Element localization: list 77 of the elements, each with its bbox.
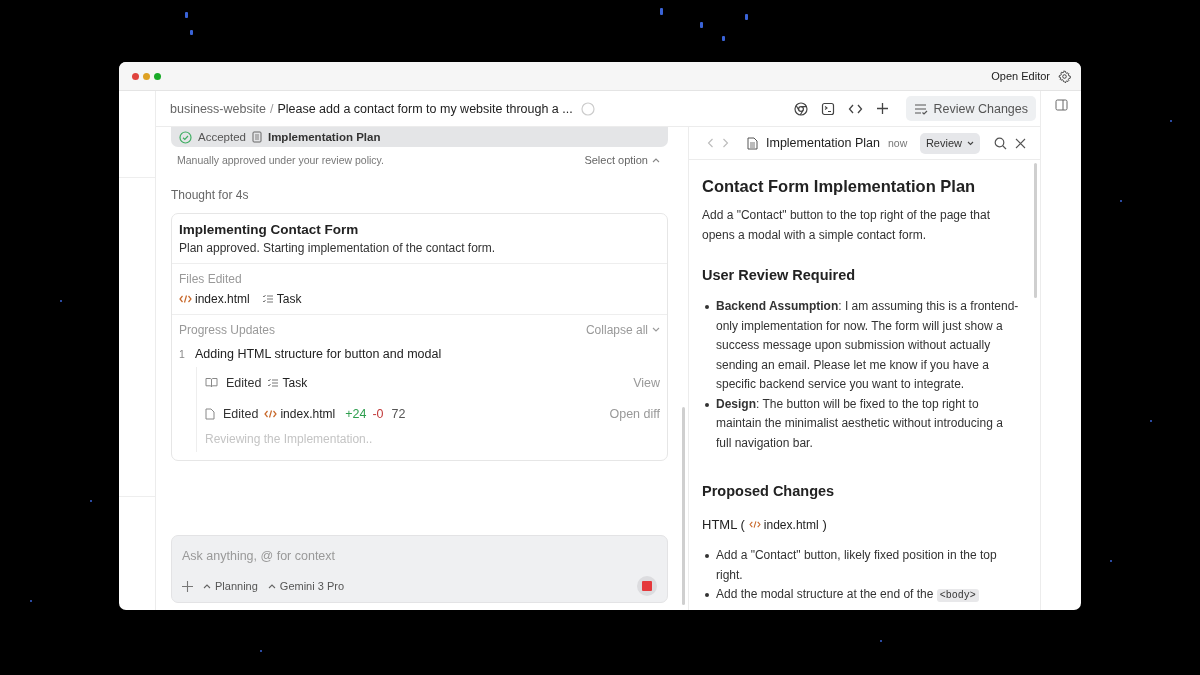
list-item-text: Design: The button will be fixed to the top right to maintain the minimalist aesthetic without introducing a full navigation bar. bbox=[716, 396, 1003, 450]
mode-dropdown[interactable]: Planning bbox=[203, 580, 258, 592]
code-file-icon bbox=[748, 520, 761, 529]
line-count: 72 bbox=[391, 406, 406, 421]
bullet-dot bbox=[705, 305, 709, 309]
inline-code: <body> bbox=[936, 589, 979, 602]
lines-added: +24 bbox=[345, 406, 367, 421]
document-heading: Contact Form Implementation Plan bbox=[702, 177, 977, 196]
step-title: Adding HTML structure for button and modal bbox=[195, 347, 442, 361]
caret-up-icon bbox=[203, 583, 211, 589]
stop-button[interactable] bbox=[637, 576, 657, 596]
section-label: Files Edited bbox=[179, 272, 243, 286]
file-chip[interactable]: index.html bbox=[179, 292, 250, 306]
file-chip[interactable]: Task bbox=[267, 375, 308, 390]
accepted-label: Accepted bbox=[198, 131, 246, 143]
close-button[interactable] bbox=[132, 72, 139, 80]
task-summary: Plan approved. Starting implementation of the contact form. bbox=[179, 241, 497, 255]
search-icon[interactable] bbox=[994, 136, 1007, 150]
lines-removed: -0 bbox=[372, 406, 384, 421]
section-heading: Proposed Changes bbox=[702, 483, 836, 499]
open-editor-button[interactable]: Open Editor bbox=[991, 70, 1050, 82]
terminal-icon[interactable] bbox=[820, 101, 835, 116]
file-chip[interactable]: Task bbox=[261, 292, 302, 306]
spinner-icon bbox=[580, 101, 595, 116]
paragraph: Add a "Contact" button to the top right of the page that opens a modal with a simple contact form. bbox=[702, 207, 992, 244]
file-chip[interactable]: index.html bbox=[748, 517, 819, 532]
section-label: Progress Updates bbox=[179, 323, 276, 337]
event-verb: Edited bbox=[226, 375, 262, 390]
model-dropdown[interactable]: Gemini 3 Pro bbox=[267, 580, 345, 592]
step-number: 1 bbox=[179, 348, 186, 360]
book-icon bbox=[205, 377, 218, 388]
code-file-icon bbox=[179, 294, 192, 304]
project-name[interactable]: business-website bbox=[170, 101, 266, 116]
document-icon bbox=[251, 131, 262, 143]
event-verb: Edited bbox=[223, 406, 259, 421]
browser-icon[interactable] bbox=[793, 101, 808, 116]
policy-note: Manually approved under your review policy. bbox=[177, 154, 384, 166]
task-title: Implementing Contact Form bbox=[179, 222, 360, 237]
list-item-text: Backend Assumption: I am assuming this is a frontend-only implementation for now. The form will just show a success message upon submission without actually sending an email. Please let me know if you have a specific backend service you want to integrate. bbox=[716, 299, 1019, 391]
bullet-dot bbox=[705, 402, 709, 407]
bullet-dot bbox=[705, 554, 709, 558]
breadcrumb-separator: / bbox=[269, 101, 274, 116]
bullet-dot bbox=[705, 593, 709, 597]
subsection-heading: HTML ( bbox=[702, 517, 745, 532]
document-timestamp: now bbox=[887, 137, 908, 149]
minimize-button[interactable] bbox=[143, 72, 150, 80]
subsection-heading: ) bbox=[822, 517, 827, 532]
artifact-link[interactable]: Implementation Plan bbox=[267, 131, 381, 143]
document-title: Implementation Plan bbox=[766, 136, 880, 150]
code-file-icon bbox=[264, 408, 278, 419]
chat-input[interactable]: Ask anything, @ for context bbox=[182, 549, 657, 563]
code-icon[interactable] bbox=[847, 102, 863, 115]
list-item-text: Add a "Contact" button, likely fixed position in the top right. bbox=[716, 548, 997, 582]
document-icon bbox=[747, 136, 758, 150]
caret-up-icon bbox=[267, 583, 276, 589]
caret-up-icon bbox=[652, 157, 660, 163]
settings-icon[interactable] bbox=[1058, 69, 1071, 83]
chevron-down-icon bbox=[967, 140, 974, 146]
checklist-icon bbox=[267, 377, 280, 388]
checklist-icon bbox=[913, 102, 928, 115]
select-option-button[interactable]: Select option bbox=[584, 154, 660, 166]
thought-duration[interactable]: Thought for 4s bbox=[171, 188, 668, 202]
chevron-down-icon bbox=[652, 327, 660, 333]
check-circle-icon bbox=[179, 130, 192, 144]
section-heading: User Review Required bbox=[702, 267, 857, 283]
list-item-text: Add the modal structure at the end of the bbox=[716, 587, 934, 601]
status-text: Reviewing the Implementation.. bbox=[205, 431, 374, 448]
file-icon bbox=[205, 407, 215, 420]
close-icon[interactable] bbox=[1015, 137, 1026, 149]
file-chip[interactable]: index.html bbox=[264, 406, 336, 421]
checklist-icon bbox=[261, 294, 274, 304]
review-button[interactable]: Review bbox=[919, 132, 980, 154]
zoom-button[interactable] bbox=[154, 72, 161, 80]
conversation-title: Please add a contact form to my website through a ... bbox=[277, 101, 573, 116]
plus-icon[interactable] bbox=[875, 102, 889, 115]
review-changes-button[interactable]: Review Changes bbox=[905, 96, 1036, 121]
sidebar-toggle-icon[interactable] bbox=[1054, 99, 1068, 111]
